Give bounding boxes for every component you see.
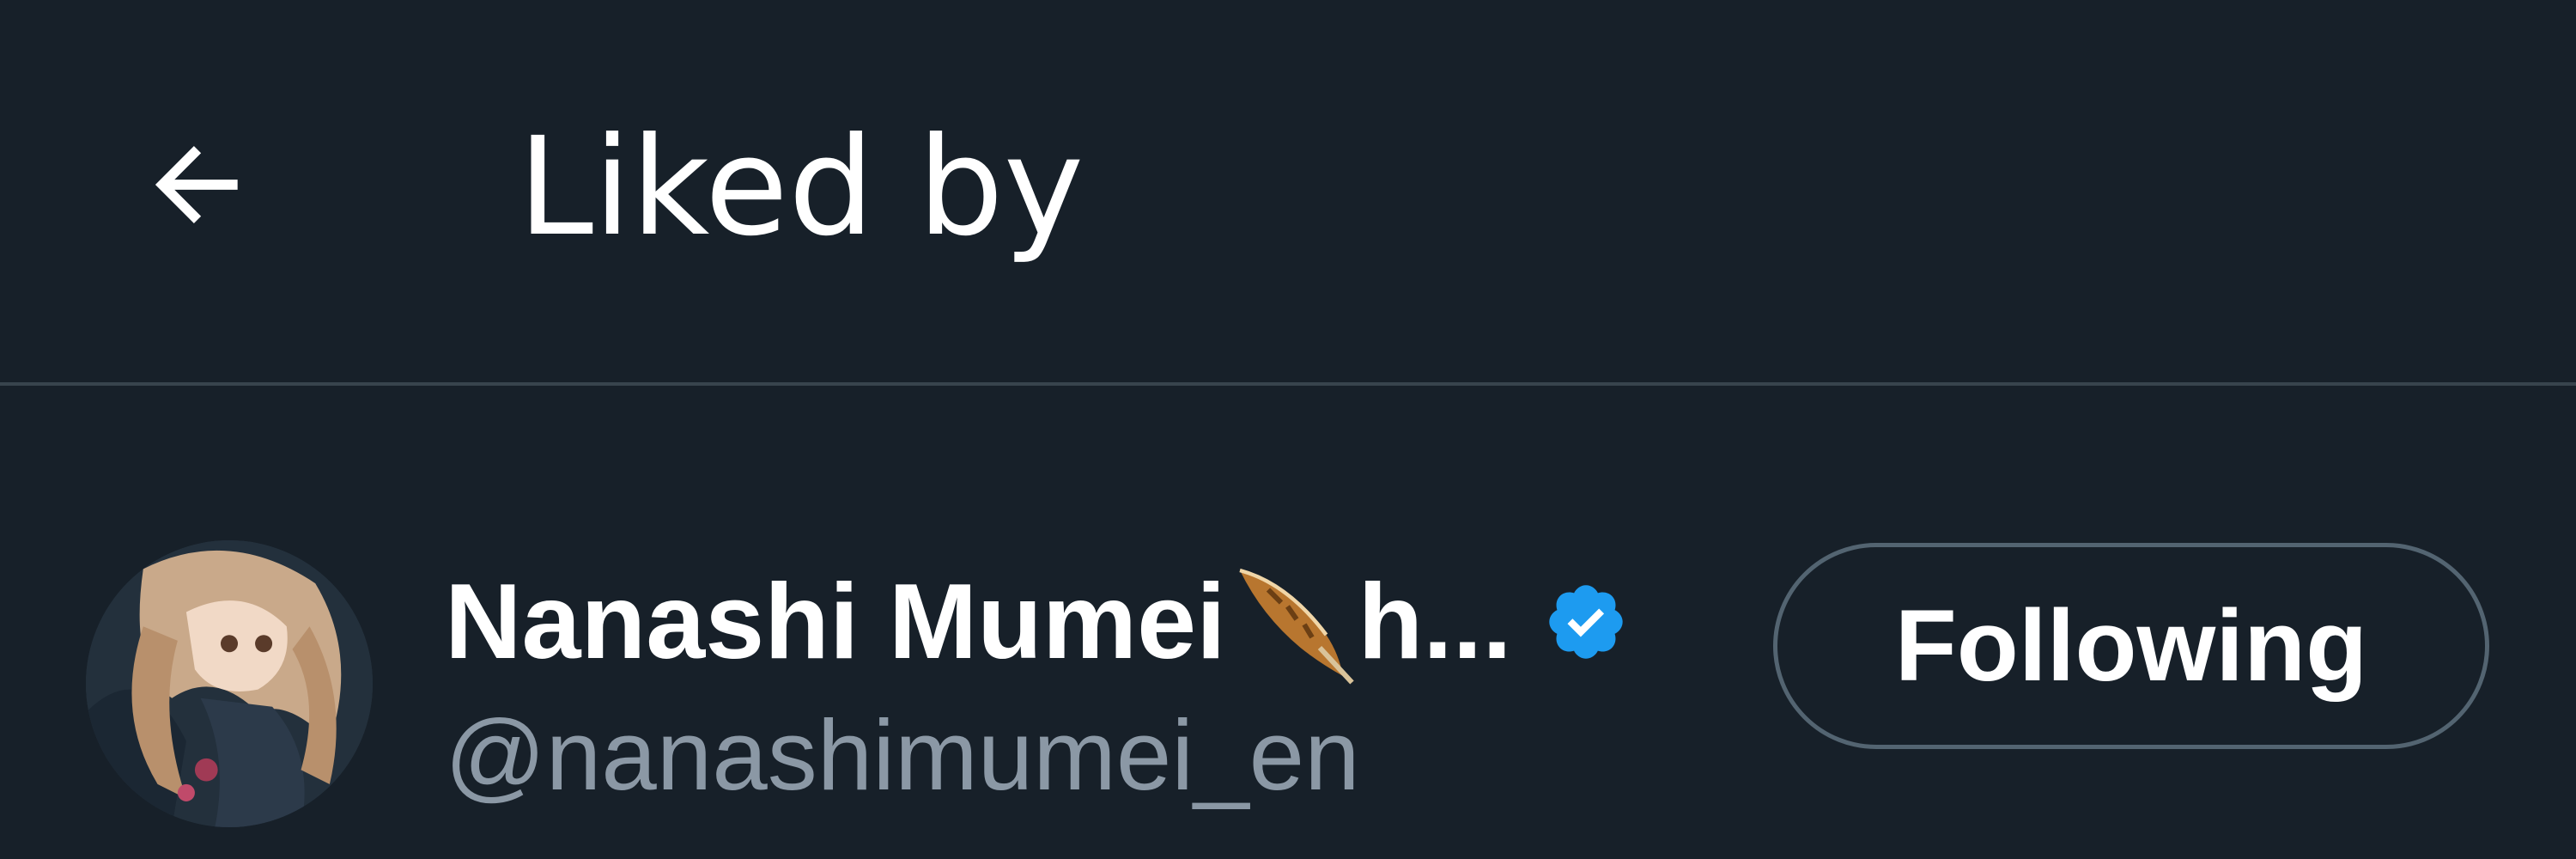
name-line: Nanashi Mumei h... [445, 557, 1733, 686]
verified-badge-icon [1543, 579, 1629, 665]
display-name-suffix: h... [1358, 563, 1512, 681]
avatar[interactable] [86, 540, 373, 827]
avatar-image [86, 540, 373, 827]
liked-by-list: Nanashi Mumei h... @nanashimumei_en Foll… [0, 386, 2576, 859]
user-handle: @nanashimumei_en [445, 699, 1360, 811]
feather-icon [1230, 557, 1358, 686]
back-button[interactable] [129, 125, 266, 245]
arrow-left-icon [155, 146, 238, 223]
user-info: Nanashi Mumei h... @nanashimumei_en [445, 557, 1733, 815]
following-button[interactable]: Following [1773, 543, 2489, 749]
user-row[interactable]: Nanashi Mumei h... @nanashimumei_en Foll… [0, 386, 2576, 859]
display-name: Nanashi Mumei [445, 563, 1226, 681]
top-app-bar: Liked by [0, 0, 2576, 382]
page-title: Liked by [518, 108, 1084, 266]
